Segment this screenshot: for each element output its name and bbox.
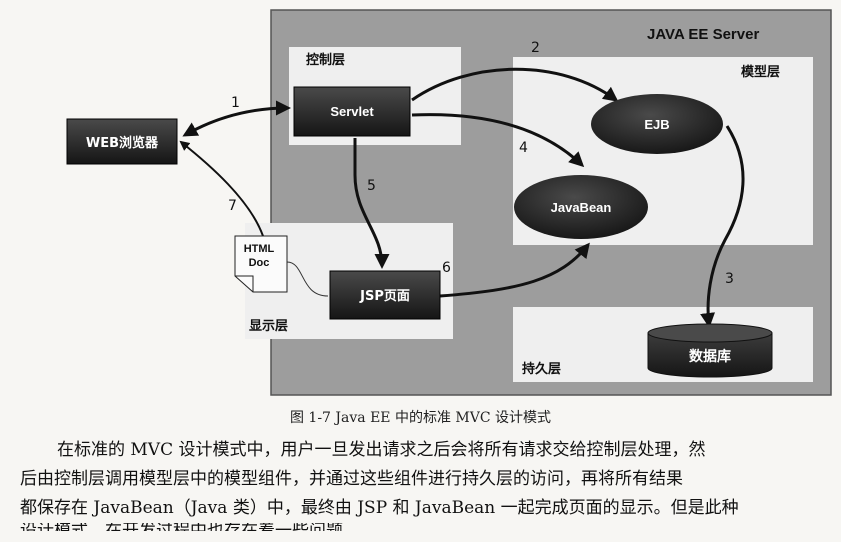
arrow-7-htmldoc-to-browser (179, 140, 264, 237)
step-7-label: 7 (228, 198, 237, 214)
mvc-diagram: JAVA EE Server 控制层 模型层 显示层 持久层 1 2 3 4 5… (66, 9, 832, 396)
model-layer-label: 模型层 (741, 64, 780, 80)
servlet-label: Servlet (330, 104, 374, 119)
step-4-label: 4 (519, 140, 528, 156)
java-ee-server-label: JAVA EE Server (647, 26, 759, 43)
step-6-label: 6 (442, 260, 451, 276)
paragraph-line: 后由控制层调用模型层中的模型组件，并通过这些组件进行持久层的访问，再将所有结果 (20, 469, 683, 489)
web-browser-label: WEB浏览器 (86, 135, 159, 151)
body-paragraph: 在标准的 MVC 设计模式中，用户一旦发出请求之后会将所有请求交给控制层处理，然… (20, 436, 835, 531)
jsp-page-label: JSP页面 (359, 289, 410, 304)
control-layer-label: 控制层 (306, 52, 345, 68)
step-3-label: 3 (725, 271, 734, 287)
figure-caption: 图 1-7 Java EE 中的标准 MVC 设计模式 (289, 410, 552, 426)
step-2-label: 2 (531, 40, 540, 56)
html-doc-label-line1: HTML (244, 243, 275, 255)
javabean-label: JavaBean (551, 200, 612, 215)
persistence-layer-label: 持久层 (522, 361, 561, 377)
view-layer-label: 显示层 (249, 319, 288, 334)
html-doc-label-line2: Doc (249, 257, 270, 269)
paragraph-line: 都保存在 JavaBean（Java 类）中，最终由 JSP 和 JavaBea… (20, 498, 739, 518)
ejb-label: EJB (644, 117, 669, 132)
step-5-label: 5 (367, 178, 376, 194)
paragraph-line: 在标准的 MVC 设计模式中，用户一旦发出请求之后会将所有请求交给控制层处理，然 (57, 440, 706, 460)
database-label: 数据库 (689, 348, 731, 365)
step-1-label: 1 (231, 95, 240, 111)
database-cylinder-top (647, 323, 773, 343)
paragraph-line-cut-off: 设计模式，在开发过程中也存在着一些问题 (20, 523, 835, 531)
